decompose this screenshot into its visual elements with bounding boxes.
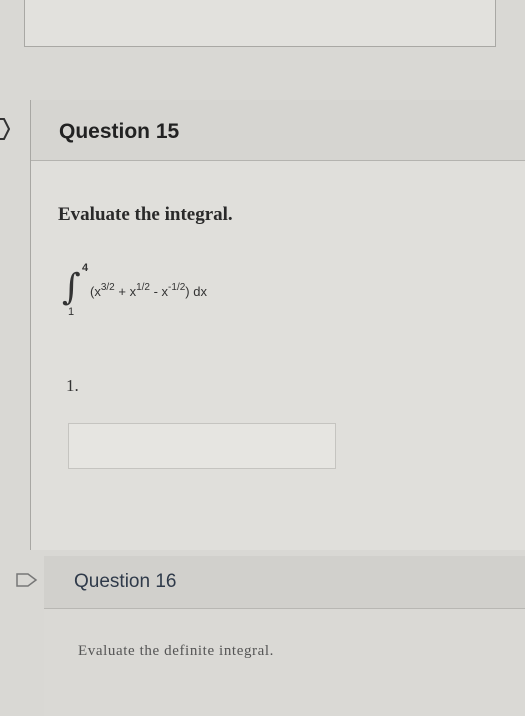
previous-question-box	[24, 0, 496, 47]
question-title: Question 16	[74, 571, 177, 592]
term: - x	[149, 284, 169, 299]
answer-input[interactable]	[68, 423, 336, 469]
integral-sign: ∫	[62, 267, 81, 308]
integral-expression: ∫ 4 1 (x3/2 + x1/2 - x-1/2) dx	[62, 262, 302, 322]
term: + x	[114, 284, 137, 299]
question-15-panel: Question 15	[30, 100, 525, 550]
term: ) dx	[185, 284, 207, 299]
lower-limit: 1	[68, 306, 75, 318]
question-title: Question 15	[59, 120, 180, 143]
question-prompt: Evaluate the definite integral.	[78, 643, 275, 659]
flag-icon[interactable]	[0, 118, 10, 140]
answer-item-number: 1.	[66, 376, 79, 395]
exponent: 1/2	[136, 282, 150, 293]
question-15-header: Question 15	[31, 100, 525, 161]
question-prompt: Evaluate the integral.	[58, 204, 233, 225]
term: (x	[90, 284, 101, 299]
flag-icon[interactable]	[16, 573, 38, 587]
exponent: 3/2	[100, 282, 115, 293]
upper-limit: 4	[82, 262, 89, 274]
integrand: (x3/2 + x1/2 - x-1/2) dx	[90, 282, 207, 299]
exponent: -1/2	[168, 282, 186, 293]
